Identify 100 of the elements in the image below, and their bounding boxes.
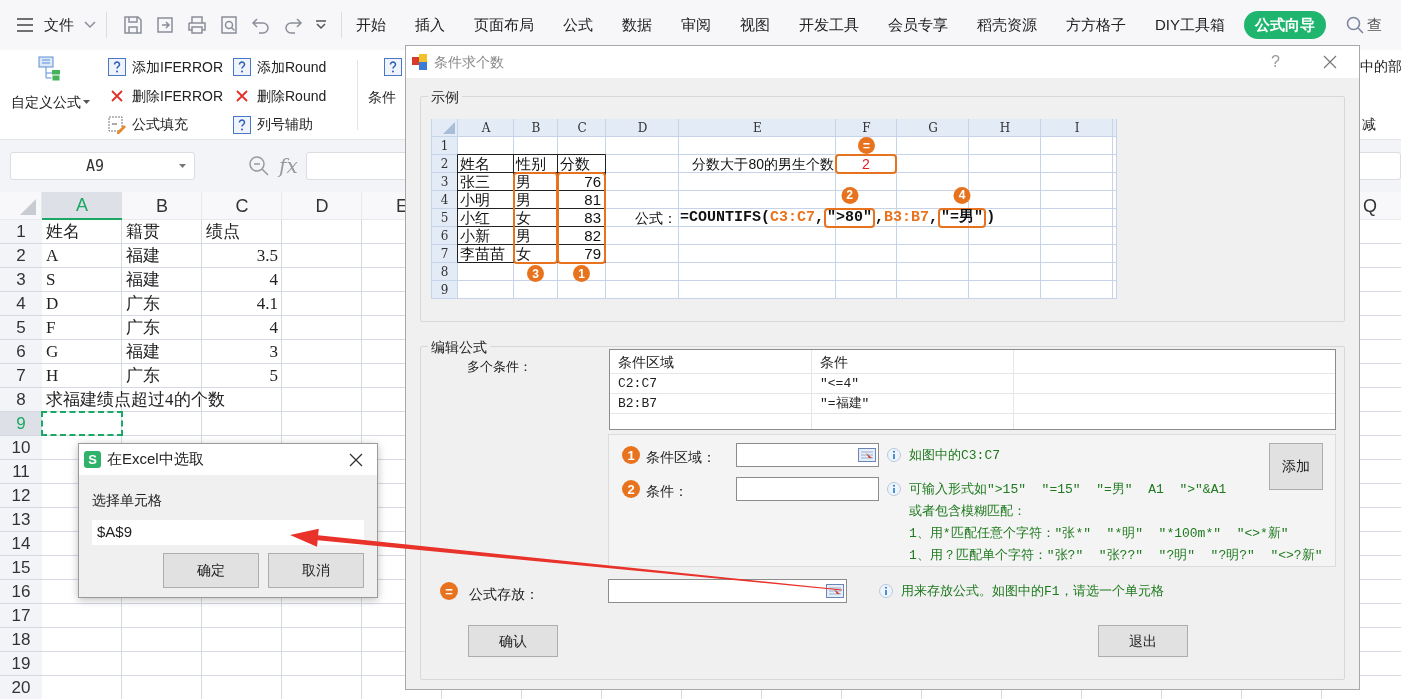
info-icon	[887, 482, 901, 496]
info-icon	[887, 448, 901, 462]
dropdown-icon[interactable]	[315, 20, 327, 30]
cell-text: 3	[269, 340, 278, 363]
input-field[interactable]	[608, 579, 847, 603]
row-header[interactable]: 17	[0, 604, 42, 627]
column-header[interactable]: D	[282, 192, 362, 220]
row-header[interactable]: 13	[0, 508, 42, 531]
menu-tab[interactable]: 插入	[415, 13, 445, 37]
condition-button[interactable]: 条件	[358, 50, 406, 139]
row-header[interactable]: 2	[0, 244, 42, 267]
selected-cell[interactable]	[41, 411, 123, 436]
caret-icon[interactable]	[179, 164, 186, 168]
column-header: F	[861, 120, 872, 137]
row-header: 3	[439, 174, 450, 191]
list-cell-text: B2:B7	[618, 395, 657, 414]
cell-text: 81	[583, 191, 602, 209]
menu-tab[interactable]: 视图	[740, 13, 770, 37]
row-header[interactable]: 10	[0, 436, 42, 459]
cell-text: 求福建绩点超过4的个数	[46, 388, 225, 411]
row-header[interactable]: 20	[0, 676, 42, 699]
column-header: A	[480, 120, 492, 137]
name-box[interactable]: A9	[10, 152, 195, 180]
menu-tab[interactable]: DIY工具箱	[1155, 13, 1225, 37]
row-header[interactable]: 4	[0, 292, 42, 315]
cell-text: 4.1	[256, 292, 278, 315]
ribbon-command[interactable]: 添加Round	[233, 53, 351, 82]
menu-tab[interactable]: 会员专享	[888, 13, 948, 37]
ribbon-command[interactable]: 删除Round	[233, 81, 351, 111]
redo-icon[interactable]	[283, 15, 303, 35]
menu-tab[interactable]: 稻壳资源	[977, 13, 1037, 37]
cell-text: 分数大于80的男生个数	[692, 155, 834, 173]
row-header[interactable]: 19	[0, 652, 42, 675]
row-header[interactable]: 12	[0, 484, 42, 507]
menu-tab[interactable]: 方方格子	[1066, 13, 1126, 37]
ribbon-command[interactable]: 公式填充	[108, 110, 233, 139]
cell-text: 姓名	[46, 220, 80, 243]
range-picker-icon[interactable]	[858, 448, 876, 462]
add-button[interactable]: 添加	[1269, 443, 1323, 490]
formula-part: )	[986, 207, 996, 228]
dialog-button[interactable]: 确定	[163, 553, 259, 588]
column-header[interactable]: C	[202, 192, 282, 220]
row-header[interactable]: 15	[0, 556, 42, 579]
row-header[interactable]: 6	[0, 340, 42, 363]
cell-text: 女	[515, 209, 532, 227]
conditions-list[interactable]: 条件区域 条件 C2:C7 ″<=4″ B2:B7 ″=福建″	[609, 349, 1336, 430]
custom-formula-button[interactable]: 自定义公式	[0, 50, 100, 139]
column-header[interactable]: B	[122, 192, 202, 220]
input-field[interactable]: $A$9	[92, 520, 364, 545]
menu-tab[interactable]: 公式	[563, 13, 593, 37]
input-field[interactable]	[736, 477, 879, 501]
row-header[interactable]: 8	[0, 388, 42, 411]
menu-tab[interactable]: 审阅	[681, 13, 711, 37]
confirm-button[interactable]: 确认	[468, 625, 558, 657]
cell-text: 张三	[459, 173, 491, 191]
print-icon[interactable]	[187, 15, 207, 35]
list-cell-text: ″=福建″	[820, 395, 870, 414]
help-icon	[233, 115, 251, 134]
chevron-down-icon[interactable]	[84, 21, 96, 29]
row-header[interactable]: 1	[0, 220, 42, 243]
row-header[interactable]: 3	[0, 268, 42, 291]
number-badge: 1	[573, 265, 590, 282]
row-header[interactable]: 7	[0, 364, 42, 387]
print-preview-icon[interactable]	[219, 15, 239, 35]
row-header: 9	[439, 282, 450, 299]
dialog-button[interactable]: 取消	[268, 553, 364, 588]
ribbon-command[interactable]: 列号辅助	[233, 110, 351, 139]
file-menu[interactable]: 文件	[44, 13, 74, 37]
column-header: H	[998, 120, 1012, 137]
cell-text: F	[46, 316, 56, 339]
zoom-out-icon[interactable]	[248, 155, 270, 177]
save-icon[interactable]	[123, 15, 143, 35]
cell-text: 福建	[126, 340, 160, 363]
cell-text: S	[46, 268, 56, 291]
undo-icon[interactable]	[251, 15, 271, 35]
cell-text: 小明	[459, 191, 491, 209]
search-label[interactable]: 查	[1367, 13, 1382, 37]
cell-text: 76	[583, 173, 602, 191]
row-header: 5	[439, 210, 450, 227]
row-header[interactable]: 14	[0, 532, 42, 555]
menu-tab[interactable]: 开始	[356, 13, 386, 37]
menu-icon[interactable]	[16, 18, 34, 32]
exit-button[interactable]: 退出	[1098, 625, 1188, 657]
range-picker-icon[interactable]	[826, 584, 844, 598]
export-icon[interactable]	[155, 15, 175, 35]
row-header[interactable]: 18	[0, 628, 42, 651]
ribbon-command[interactable]: 添加IFERROR	[108, 53, 233, 82]
menu-tab[interactable]: 数据	[622, 13, 652, 37]
menu-tab[interactable]: 开发工具	[799, 13, 859, 37]
row-header[interactable]: 5	[0, 316, 42, 339]
formula-part: ″=男″	[938, 208, 987, 228]
field-label: 条件：	[646, 483, 688, 499]
input-field[interactable]	[736, 443, 879, 467]
ribbon-command[interactable]: 删除IFERROR	[108, 81, 233, 111]
row-header[interactable]: 16	[0, 580, 42, 603]
cell-text: A	[46, 244, 59, 267]
row-header[interactable]: 11	[0, 460, 42, 483]
close-icon[interactable]	[349, 452, 363, 467]
search-icon[interactable]	[1346, 16, 1364, 34]
menu-tab[interactable]: 页面布局	[474, 13, 534, 37]
